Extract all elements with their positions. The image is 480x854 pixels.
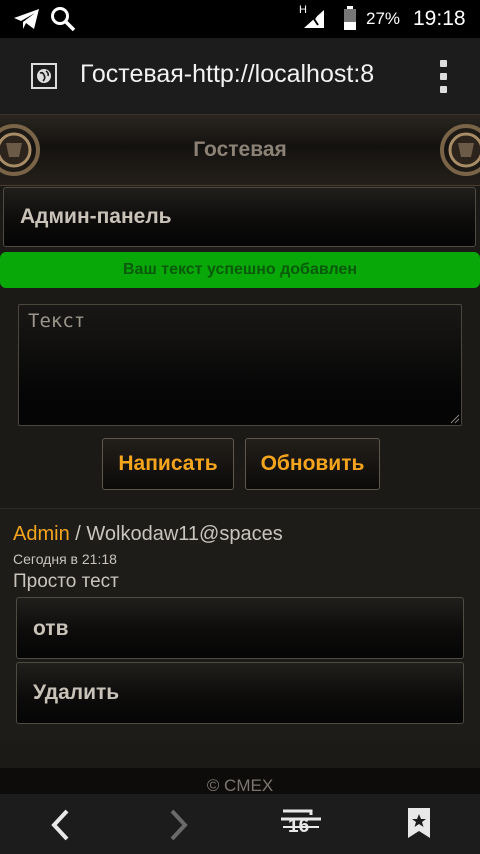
guestbook-post: Admin / Wolkodaw11@spaces Сегодня в 21:1…	[0, 508, 480, 741]
write-button[interactable]: Написать	[102, 438, 234, 490]
delete-button[interactable]: Удалить	[16, 662, 464, 724]
refresh-button[interactable]: Обновить	[245, 438, 380, 490]
back-arrow-icon[interactable]	[47, 808, 73, 842]
post-separator: /	[69, 523, 87, 545]
delete-label: Удалить	[33, 681, 120, 704]
browser-nav-bar: 16	[0, 794, 480, 854]
battery-icon	[344, 6, 356, 30]
admin-panel-label: Админ-панель	[20, 205, 172, 228]
post-meta: Admin / Wolkodaw11@spaces	[13, 523, 283, 546]
success-alert: Ваш текст успешно добавлен	[0, 252, 480, 288]
footer-copyright: © CMEX	[206, 776, 274, 795]
tabs-count: 16	[288, 816, 310, 837]
textarea-placeholder: Текст	[28, 310, 86, 332]
clock: 19:18	[413, 7, 466, 30]
post-date: Сегодня в 21:18	[13, 551, 117, 567]
bookmark-icon[interactable]	[406, 806, 432, 840]
overflow-menu-icon[interactable]	[434, 58, 454, 94]
ornament-right-icon	[440, 124, 480, 176]
tabs-icon[interactable]: 16	[281, 807, 321, 839]
reply-button[interactable]: отв	[16, 597, 464, 659]
message-textarea[interactable]: Текст	[18, 304, 462, 426]
resize-handle-icon[interactable]	[449, 413, 460, 424]
forward-arrow-icon[interactable]	[166, 808, 192, 842]
admin-panel-link[interactable]: Админ-панель	[3, 187, 476, 247]
telegram-icon	[14, 9, 39, 29]
post-author[interactable]: Admin	[13, 523, 70, 545]
browser-toolbar: Гостевая-http://localhost:8	[0, 38, 480, 114]
reply-label: отв	[33, 617, 69, 640]
signal-icon	[304, 10, 324, 28]
search-icon	[51, 7, 76, 32]
page-title: Гостевая	[193, 138, 287, 161]
status-bar: H 27% 19:18	[0, 0, 480, 38]
post-recipient: Wolkodaw11@spaces	[86, 523, 283, 545]
page-header: Гостевая	[0, 114, 480, 186]
url-title[interactable]: Гостевая-http://localhost:8	[80, 60, 394, 89]
battery-percent: 27%	[366, 9, 401, 28]
globe-icon[interactable]	[31, 63, 57, 89]
post-text: Просто тест	[13, 571, 119, 592]
